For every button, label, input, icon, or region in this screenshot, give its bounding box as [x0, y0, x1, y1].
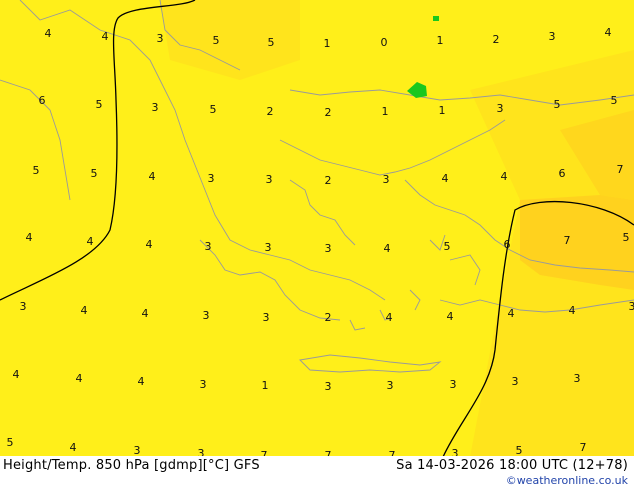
value-label: 3	[208, 172, 215, 185]
value-label: 5	[33, 164, 40, 177]
value-label: 7	[580, 441, 587, 454]
value-label: 3	[152, 101, 159, 114]
value-label: 4	[442, 172, 449, 185]
value-label: 3	[497, 102, 504, 115]
value-label: 5	[444, 240, 451, 253]
valid-time: Sa 14-03-2026 18:00 UTC (12+78)	[396, 458, 628, 473]
value-label: 2	[267, 105, 274, 118]
value-label: 3	[325, 380, 332, 393]
value-label: 4	[102, 30, 109, 43]
green-cell-north	[433, 16, 439, 21]
value-label: 1	[324, 37, 331, 50]
value-label: 0	[381, 36, 388, 49]
value-label: 3	[383, 173, 390, 186]
value-label: 7	[617, 163, 624, 176]
value-label: 4	[384, 242, 391, 255]
value-label: 3	[549, 30, 556, 43]
value-label: 6	[559, 167, 566, 180]
value-label: 5	[623, 231, 630, 244]
value-label: 4	[386, 311, 393, 324]
value-label: 3	[266, 173, 273, 186]
value-label: 2	[493, 33, 500, 46]
value-label: 3	[203, 309, 210, 322]
value-label: 4	[146, 238, 153, 251]
value-label: 5	[611, 94, 618, 107]
value-label: 4	[26, 231, 33, 244]
value-label: 3	[325, 242, 332, 255]
value-label: 4	[45, 27, 52, 40]
value-label: 5	[7, 436, 14, 449]
value-label: 3	[20, 300, 27, 313]
value-label: 4	[87, 235, 94, 248]
value-label: 5	[268, 36, 275, 49]
value-label: 3	[205, 240, 212, 253]
value-label: 3	[512, 375, 519, 388]
value-label: 3	[387, 379, 394, 392]
map-canvas: 4 4 3 5 5 1 0 1 2 3 4 6 5 3 5 2 2 1 1 3 5 5 5 5 4 3 3 2 3 4 4 6 7 4 4 4 3 3 3 4…	[0, 0, 634, 490]
value-label: 3	[574, 372, 581, 385]
value-label: 5	[91, 167, 98, 180]
value-label: 1	[439, 104, 446, 117]
value-label: 5	[96, 98, 103, 111]
value-label: 4	[76, 372, 83, 385]
value-label: 3	[200, 378, 207, 391]
value-label: 6	[504, 238, 511, 251]
value-label: 4	[138, 375, 145, 388]
value-label: 2	[325, 106, 332, 119]
value-label: 4	[508, 307, 515, 320]
value-label: 4	[13, 368, 20, 381]
value-label: 3	[629, 300, 634, 313]
value-label: 4	[149, 170, 156, 183]
value-label: 4	[142, 307, 149, 320]
value-label: 5	[210, 103, 217, 116]
value-label: 6	[39, 94, 46, 107]
weather-map: 4 4 3 5 5 1 0 1 2 3 4 6 5 3 5 2 2 1 1 3 5 5 5 5 4 3 3 2 3 4 4 6 7 4 4 4 3 3 3 4…	[0, 0, 634, 490]
value-label: 2	[325, 311, 332, 324]
value-label: 3	[265, 241, 272, 254]
value-label: 5	[554, 98, 561, 111]
map-title: Height/Temp. 850 hPa [gdmp][°C] GFS	[3, 458, 260, 473]
value-label: 4	[501, 170, 508, 183]
value-label: 3	[450, 378, 457, 391]
value-label: 1	[437, 34, 444, 47]
value-label: 3	[157, 32, 164, 45]
value-label: 3	[263, 311, 270, 324]
value-label: 4	[605, 26, 612, 39]
value-label: 4	[70, 441, 77, 454]
value-label: 4	[569, 304, 576, 317]
value-label: 1	[382, 105, 389, 118]
value-label: 5	[213, 34, 220, 47]
value-label: 7	[564, 234, 571, 247]
value-label: 1	[262, 379, 269, 392]
credit-link[interactable]: ©weatheronline.co.uk	[506, 474, 628, 487]
value-label: 4	[81, 304, 88, 317]
value-label: 2	[325, 174, 332, 187]
value-label: 4	[447, 310, 454, 323]
